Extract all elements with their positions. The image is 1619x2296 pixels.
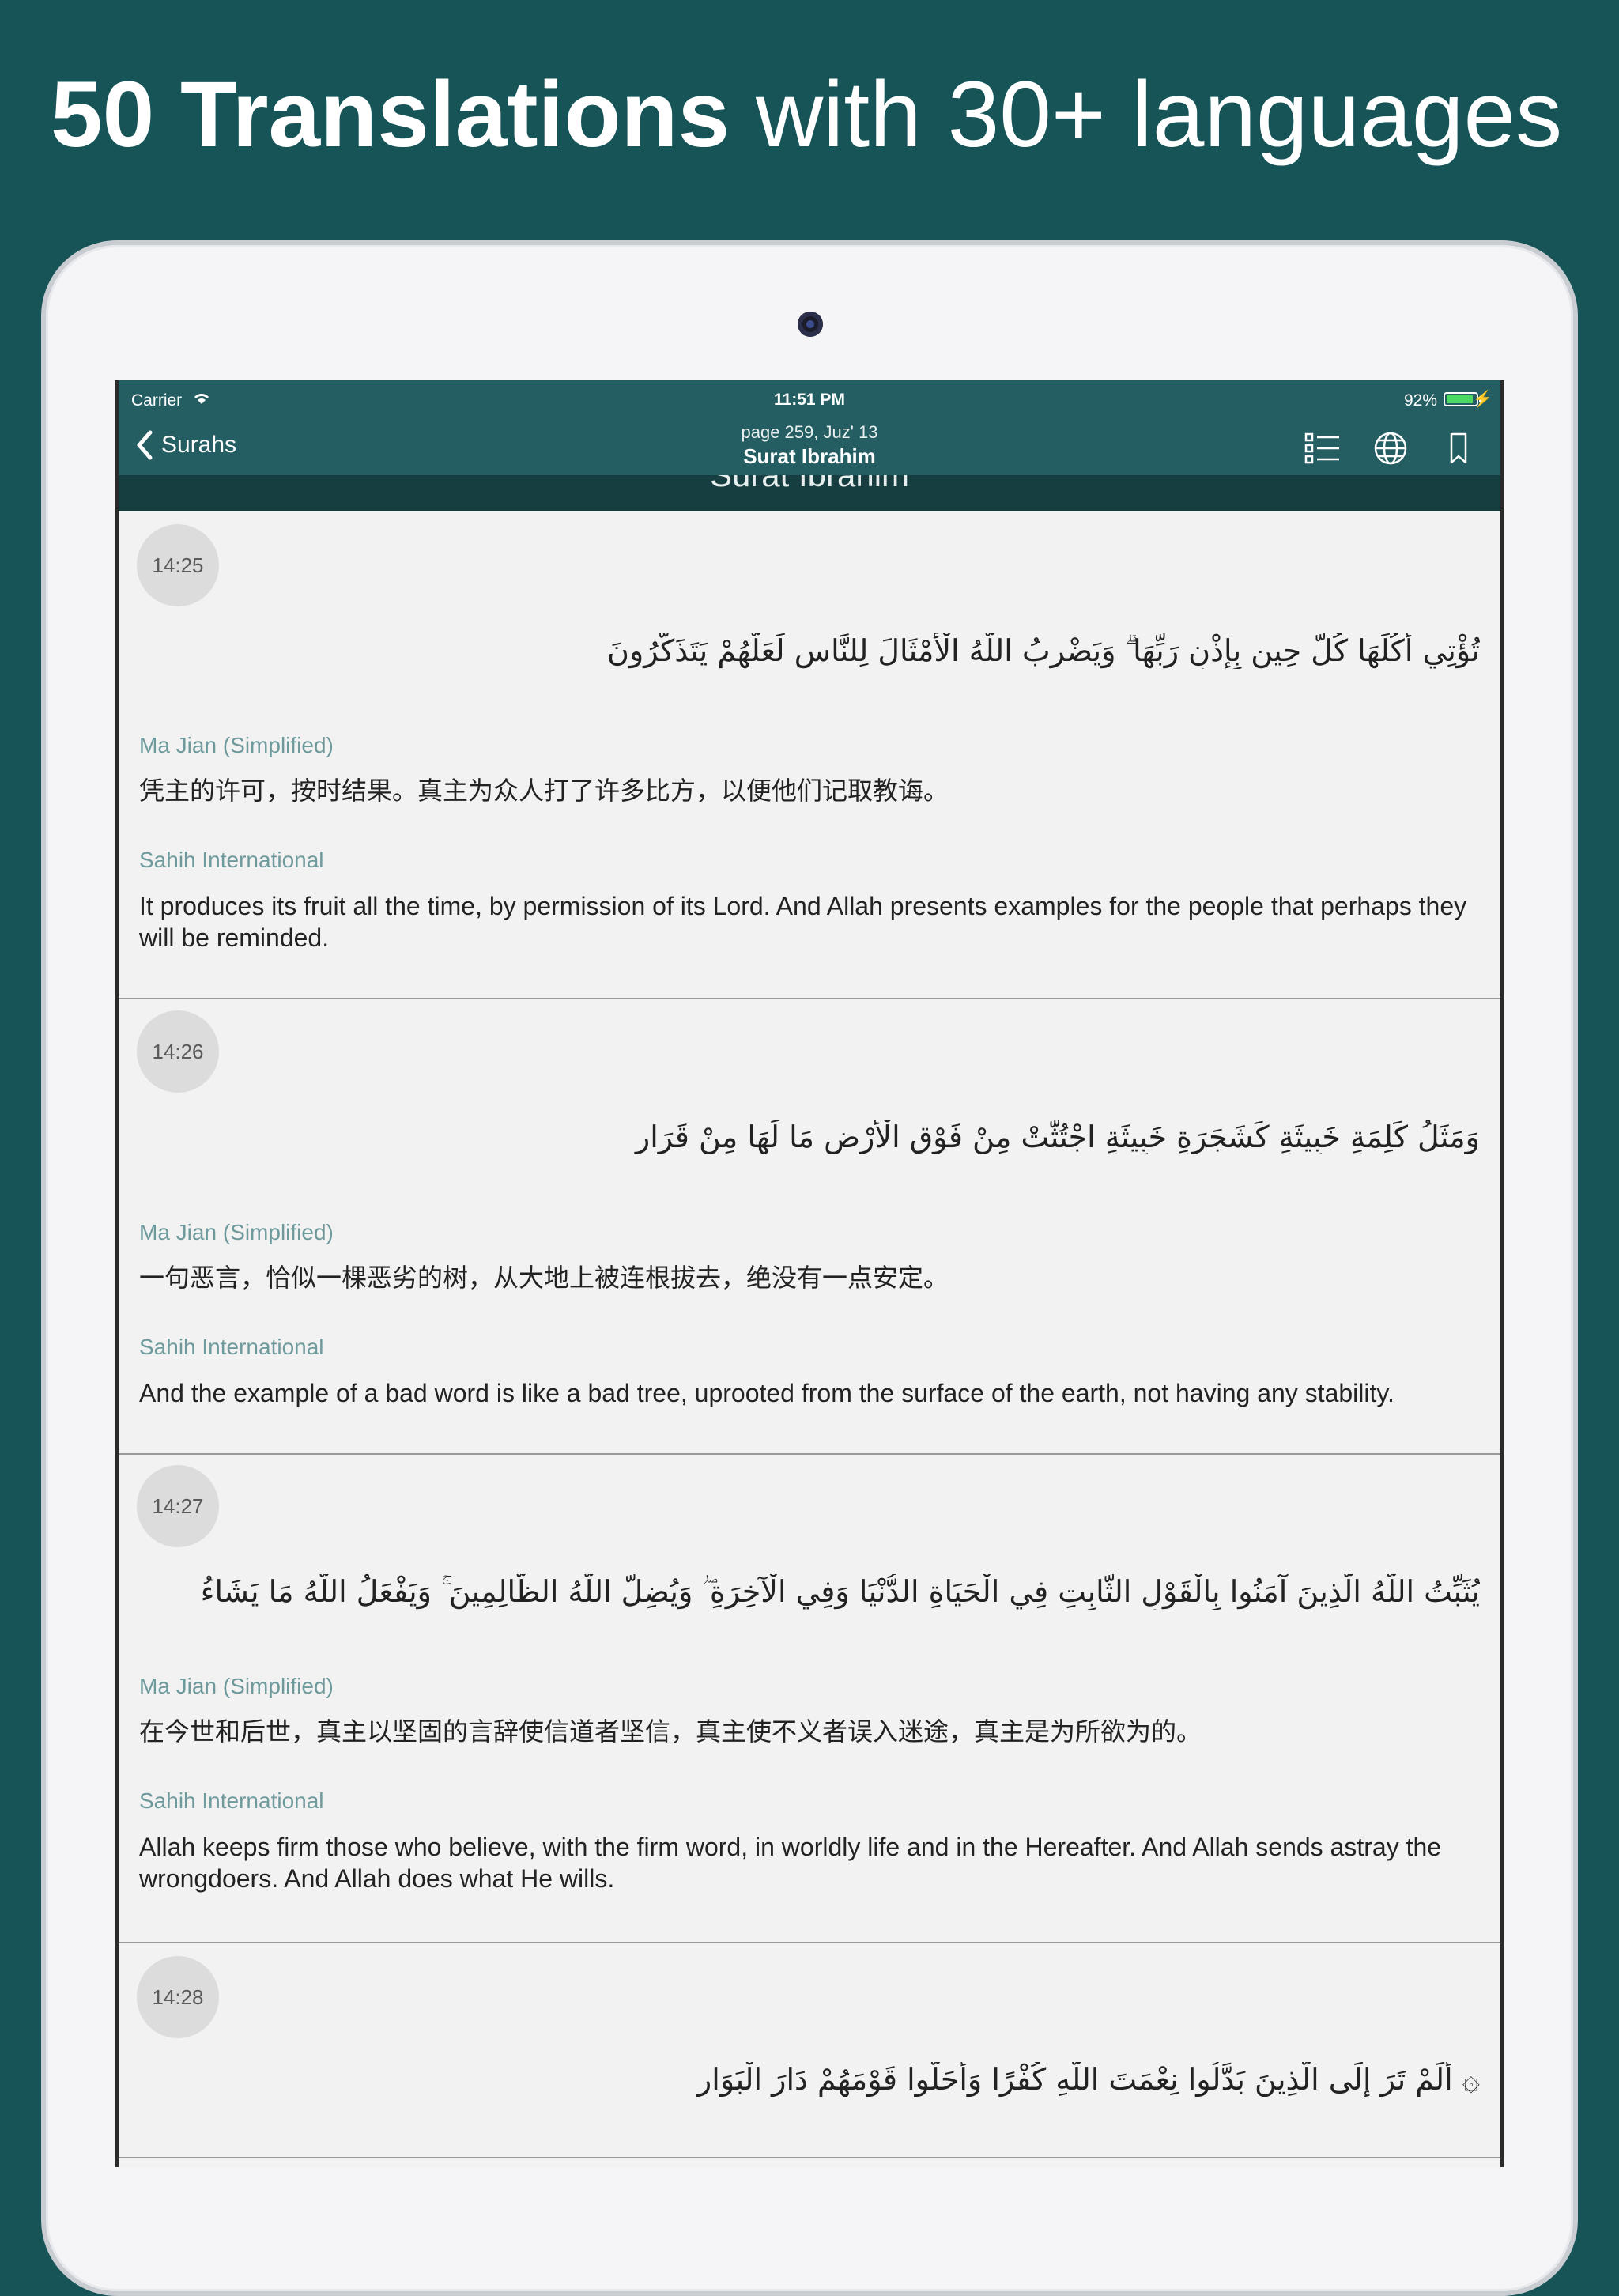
navigation-bar: Surahs page 259, Juz' 13 Surat Ibrahim: [119, 418, 1500, 475]
translation-text: 凭主的许可，按时结果。真主为众人打了许多比方，以便他们记取教诲。: [139, 776, 949, 806]
verse-row[interactable]: 14:27 يُثَبِّتُ اللَّهُ الَّذِينَ آمَنُو…: [119, 1455, 1500, 1943]
headline-light: with 30+ languages: [755, 62, 1563, 167]
section-header-title: Surat Ibrahim: [119, 475, 1500, 494]
translator-name: Ma Jian (Simplified): [139, 1674, 334, 1698]
verse-row[interactable]: 14:26 وَمَثَلُ كَلِمَةٍ خَبِيثَةٍ كَشَجَ…: [119, 999, 1500, 1455]
arabic-text: ۞ أَلَمْ تَرَ إِلَى الَّذِينَ بَدَّلُوا …: [696, 2062, 1480, 2097]
translator-name: Sahih International: [139, 1788, 324, 1813]
headline-bold: 50 Translations: [51, 62, 730, 167]
surah-section-header: Surat Ibrahim: [119, 475, 1500, 511]
translator-name: Ma Jian (Simplified): [139, 733, 334, 757]
camera-icon: [798, 312, 823, 337]
status-time: 11:51 PM: [774, 391, 845, 409]
verse-number-badge[interactable]: 14:28: [137, 1956, 219, 2038]
translation-text: Allah keeps firm those who believe, with…: [139, 1833, 1442, 1893]
status-bar: Carrier 11:51 PM 92% ⚡: [119, 380, 1500, 418]
verse-list[interactable]: 14:25 تُؤْتِي أُكُلَهَا كُلَّ حِينٍ بِإِ…: [119, 511, 1500, 2167]
bookmark-icon[interactable]: [1440, 431, 1477, 466]
translator-name: Sahih International: [139, 1335, 324, 1359]
verse-number-badge[interactable]: 14:25: [137, 524, 219, 606]
arabic-text: تُؤْتِي أُكُلَهَا كُلَّ حِينٍ بِإِذْنِ ر…: [606, 633, 1480, 668]
translator-name: Ma Jian (Simplified): [139, 1220, 334, 1244]
verse-row[interactable]: 14:28 ۞ أَلَمْ تَرَ إِلَى الَّذِينَ بَدَ…: [119, 1943, 1500, 2158]
surah-title: Surat Ibrahim: [743, 444, 876, 468]
translation-text: 一句恶言，恰似一棵恶劣的树，从大地上被连根拔去，绝没有一点安定。: [139, 1263, 949, 1293]
verse-number-badge[interactable]: 14:26: [137, 1010, 219, 1093]
arabic-text: يُثَبِّتُ اللَّهُ الَّذِينَ آمَنُوا بِال…: [200, 1574, 1480, 1609]
headline: 50 Translations with 30+ languages: [51, 55, 1568, 174]
list-checklist-icon[interactable]: [1304, 431, 1341, 466]
translation-text: 在今世和后世，真主以坚固的言辞使信道者坚信，真主使不义者误入迷途，真主是为所欲为…: [139, 1716, 1202, 1747]
globe-icon[interactable]: [1372, 431, 1409, 466]
translation-text: It produces its fruit all the time, by p…: [139, 892, 1467, 952]
app-screen: Carrier 11:51 PM 92% ⚡ Surahs page 259, …: [115, 380, 1504, 2167]
verse-number-badge[interactable]: 14:27: [137, 1465, 219, 1547]
nav-title: page 259, Juz' 13 Surat Ibrahim: [119, 421, 1500, 469]
nav-actions: [1304, 431, 1477, 466]
page-juz-label: page 259, Juz' 13: [741, 422, 878, 442]
translation-text: And the example of a bad word is like a …: [139, 1379, 1394, 1407]
charging-icon: ⚡: [1473, 391, 1493, 408]
battery-percent: 92%: [1403, 391, 1437, 410]
arabic-text: وَمَثَلُ كَلِمَةٍ خَبِيثَةٍ كَشَجَرَةٍ خ…: [635, 1120, 1480, 1154]
verse-row[interactable]: 14:25 تُؤْتِي أُكُلَهَا كُلَّ حِينٍ بِإِ…: [119, 511, 1500, 999]
translator-name: Sahih International: [139, 848, 324, 872]
